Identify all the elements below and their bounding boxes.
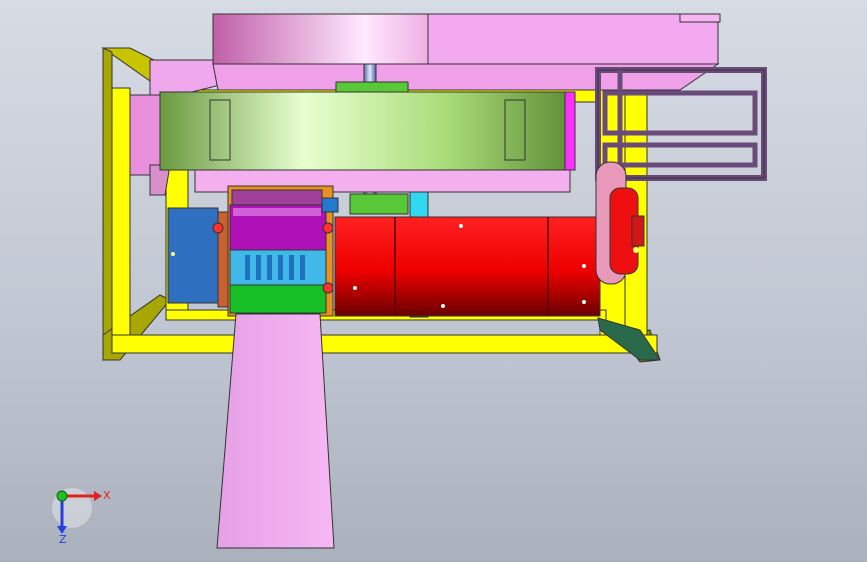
coordinate-triad: X Z	[52, 488, 111, 546]
cad-viewport[interactable]: X Z	[0, 0, 867, 562]
flywheel[interactable]	[159, 91, 576, 171]
x-axis-label: X	[103, 489, 111, 502]
discharge-chute[interactable]	[216, 313, 335, 549]
y-axis-dot	[56, 490, 68, 502]
machine-assembly-model[interactable]: X Z	[0, 0, 867, 562]
gearbox[interactable]	[167, 207, 231, 308]
z-axis-label: Z	[59, 533, 67, 546]
crusher-unit[interactable]	[212, 185, 339, 317]
